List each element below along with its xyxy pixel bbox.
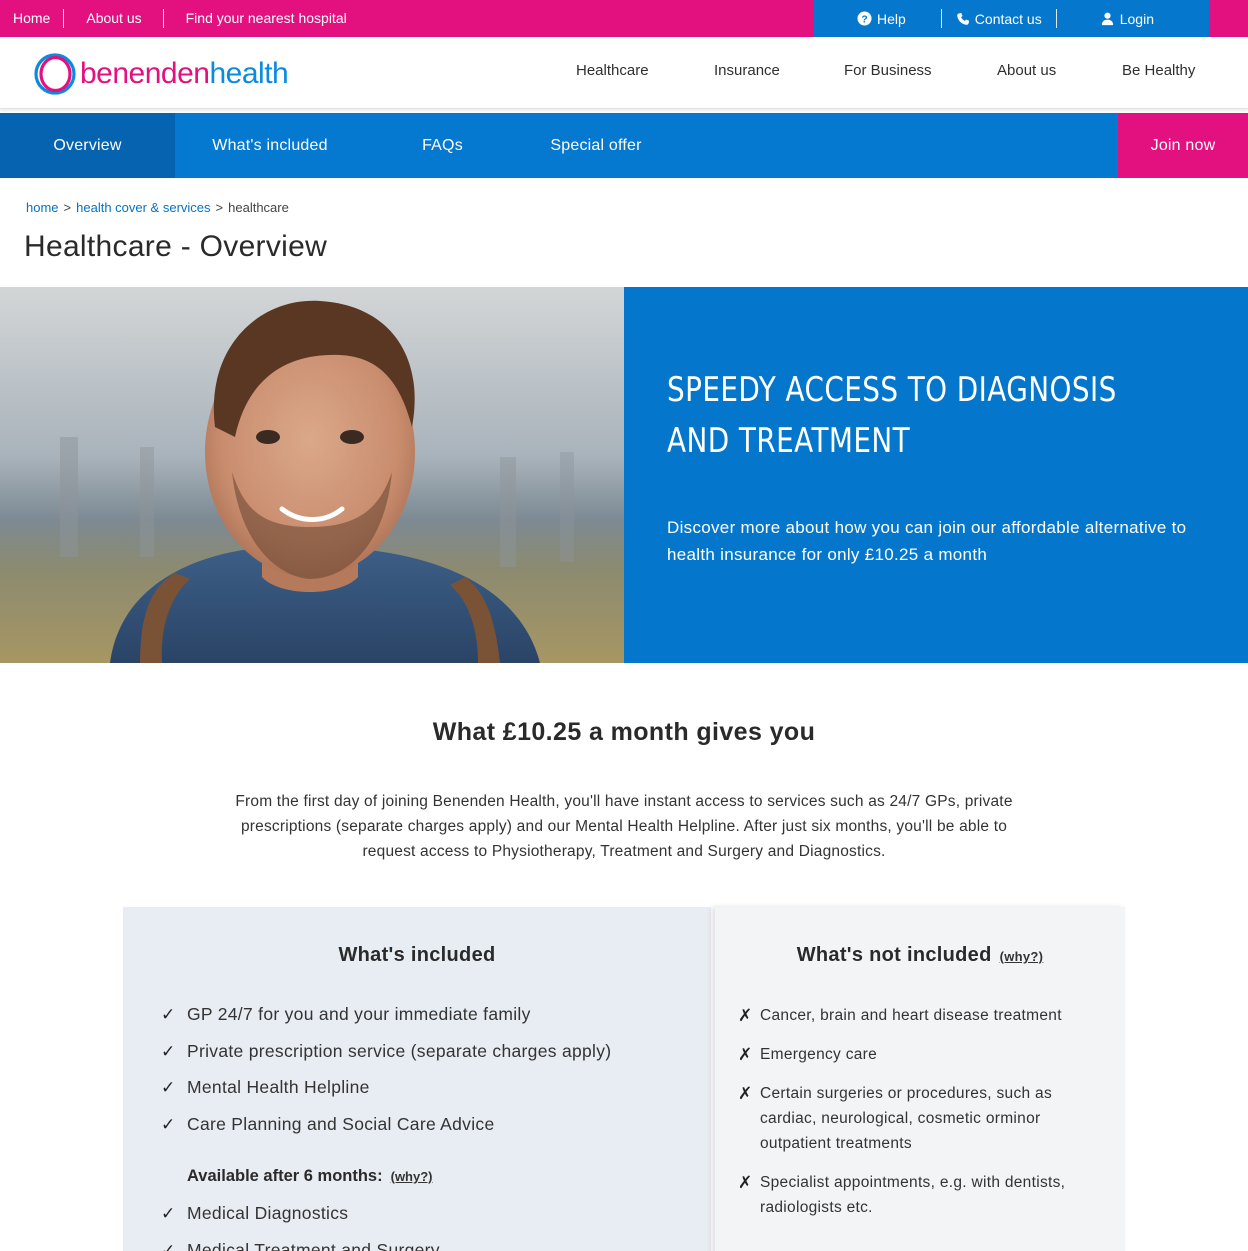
check-icon: ✓ <box>161 1078 176 1098</box>
list-item: ✓ GP 24/7 for you and your immediate fami… <box>161 1004 611 1041</box>
not-included-title: What's not included (why?) <box>715 944 1125 967</box>
page-title: Healthcare - Overview <box>24 230 328 263</box>
breadcrumb-separator: > <box>63 200 72 215</box>
login-label: Login <box>1119 10 1154 27</box>
nav-healthcare[interactable]: Healthcare <box>576 62 649 79</box>
not-included-item-label: Emergency care <box>760 1046 878 1063</box>
available-after-list: ✓ Medical Diagnostics ✓ Medical Treatment … <box>161 1203 440 1251</box>
section-description: From the first day of joining Benenden H… <box>235 793 1013 860</box>
check-icon: ✓ <box>161 1041 176 1061</box>
help-link[interactable]: ? Help <box>857 9 906 28</box>
check-icon: ✓ <box>161 1240 176 1251</box>
phone-icon <box>956 12 970 26</box>
join-now-button[interactable]: Join now <box>1118 113 1248 178</box>
available-after-label: Available after 6 months: <box>187 1167 383 1185</box>
included-item-label: GP 24/7 for you and your immediate famil… <box>187 1004 531 1024</box>
utility-account-links: ? Help Contact us Login <box>814 0 1209 37</box>
section-nav: Overview What's included FAQs Special of… <box>0 113 1248 178</box>
included-title: What's included <box>338 944 496 966</box>
list-item: ✓ Medical Treatment and Surgery <box>161 1240 440 1251</box>
brand-wordmark-part2: health <box>209 57 289 90</box>
hero-heading: Speedy access to diagnosis and treatment <box>667 365 1117 467</box>
list-item: ✓ Medical Diagnostics <box>161 1203 440 1240</box>
included-item-label: Care Planning and Social Care Advice <box>187 1114 495 1135</box>
included-item-label: Medical Treatment and Surgery <box>187 1239 440 1251</box>
included-item-label: Medical Diagnostics <box>187 1203 349 1223</box>
hero-heading-line: Speedy access to diagnosis <box>667 370 1117 410</box>
utility-bar: Home About us Find your nearest hospital… <box>0 0 1248 37</box>
utility-link-about[interactable]: About us <box>63 9 162 28</box>
check-icon: ✓ <box>161 1005 176 1024</box>
included-item-label: Mental Health Helpline <box>187 1077 370 1098</box>
divider <box>1055 9 1057 28</box>
nav-be-healthy[interactable]: Be Healthy <box>1122 62 1195 79</box>
not-included-item-label: Certain surgeries or procedures, such as… <box>760 1085 1052 1152</box>
not-included-item-label: Specialist appointments, e.g. with denti… <box>760 1174 1066 1216</box>
list-item: ✓ Mental Health Helpline <box>161 1077 611 1114</box>
tab-overview[interactable]: Overview <box>0 113 175 178</box>
smiling-man-photo <box>0 287 624 663</box>
utility-links: Home About us Find your nearest hospital <box>0 0 360 37</box>
utility-link-home[interactable]: Home <box>0 9 63 28</box>
list-item: ✗ Cancer, brain and heart disease treatme… <box>738 1003 1088 1028</box>
available-after-heading: Available after 6 months: (why?) <box>187 1167 433 1186</box>
hero-photo <box>0 287 624 663</box>
check-icon: ✓ <box>161 1204 176 1223</box>
contact-label: Contact us <box>974 10 1042 27</box>
svg-text:?: ? <box>861 14 867 25</box>
list-item: ✗ Emergency care <box>738 1042 1088 1067</box>
nav-about-us[interactable]: About us <box>997 62 1056 79</box>
cross-icon: ✗ <box>738 1045 753 1064</box>
why-link[interactable]: (why?) <box>391 1169 433 1184</box>
breadcrumb-separator: > <box>215 200 224 215</box>
question-circle-icon: ? <box>857 11 872 26</box>
contact-link[interactable]: Contact us <box>956 9 1042 28</box>
brand-wordmark-part1: benenden <box>80 57 210 90</box>
brand-wordmark: benendenhealth <box>80 57 289 90</box>
tab-special-offer[interactable]: Special offer <box>525 113 667 178</box>
divider <box>940 9 942 28</box>
not-included-list: ✗ Cancer, brain and heart disease treatme… <box>738 1003 1088 1234</box>
list-item: ✗ Certain surgeries or procedures, such a… <box>738 1081 1088 1156</box>
included-panel: What's included ✓ GP 24/7 for you and you… <box>123 907 711 1251</box>
hero-panel: Speedy access to diagnosis and treatment… <box>624 287 1248 663</box>
list-item: ✓ Private prescription service (separate … <box>161 1041 611 1078</box>
nav-insurance[interactable]: Insurance <box>714 62 780 79</box>
utility-link-find-hospital[interactable]: Find your nearest hospital <box>162 9 360 28</box>
site-header: benendenhealth Healthcare Insurance For … <box>0 37 1248 109</box>
breadcrumb: home > health cover & services > healthcare <box>26 200 289 215</box>
included-item-label: Private prescription service (separate c… <box>187 1040 612 1061</box>
not-included-panel: What's not included (why?) ✗ Cancer, brain… <box>715 907 1125 1251</box>
included-list: ✓ GP 24/7 for you and your immediate fami… <box>161 1004 611 1151</box>
hero-heading-line: and treatment <box>667 421 911 461</box>
nav-for-business[interactable]: For Business <box>844 62 932 79</box>
cross-icon: ✗ <box>738 1084 753 1103</box>
check-icon: ✓ <box>161 1115 176 1135</box>
brand-logo[interactable]: benendenhealth <box>34 52 289 96</box>
tab-faqs[interactable]: FAQs <box>390 113 495 178</box>
list-item: ✗ Specialist appointments, e.g. with dent… <box>738 1170 1088 1220</box>
help-label: Help <box>877 10 906 27</box>
hero-subtext: Discover more about how you can join our… <box>667 518 1187 564</box>
section-title: What £10.25 a month gives you <box>432 718 816 746</box>
not-included-title-text: What's not included <box>796 944 992 966</box>
breadcrumb-home[interactable]: home <box>26 200 59 215</box>
user-icon <box>1100 11 1115 26</box>
logo-ring-icon <box>34 53 76 95</box>
list-item: ✓ Care Planning and Social Care Advice <box>161 1114 611 1151</box>
breadcrumb-current: healthcare <box>228 200 289 215</box>
not-included-item-label: Cancer, brain and heart disease treatmen… <box>760 1007 1062 1024</box>
login-link[interactable]: Login <box>1100 9 1154 28</box>
why-link[interactable]: (why?) <box>1000 949 1044 964</box>
cross-icon: ✗ <box>738 1173 753 1192</box>
tab-whats-included[interactable]: What's included <box>175 113 365 178</box>
cross-icon: ✗ <box>738 1006 753 1025</box>
breadcrumb-health-cover[interactable]: health cover & services <box>76 200 210 215</box>
